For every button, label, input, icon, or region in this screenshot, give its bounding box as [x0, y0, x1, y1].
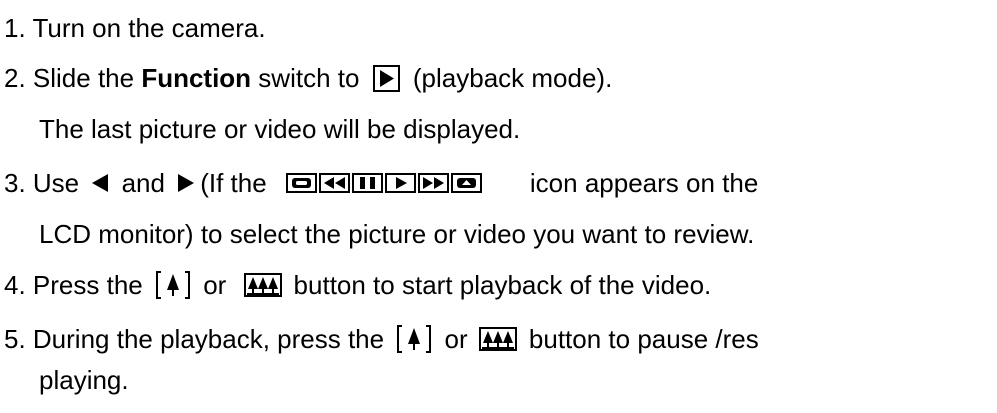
step-2: 2. Slide the Function switch to (playbac… [4, 61, 612, 95]
play-box-icon [372, 64, 400, 92]
step-3: 3. Use and (If the icon appears on the [4, 166, 758, 200]
bracketed-tree-button-icon [155, 271, 190, 299]
step-5-cont-text: playing. [39, 365, 129, 395]
step-3-b: and [114, 168, 173, 198]
step-3-cont: LCD monitor) to select the picture or vi… [39, 217, 754, 251]
step-4-c: button to start playback of the video. [293, 270, 712, 300]
step-3-a: 3. Use [4, 168, 87, 198]
step-3-cont-text: LCD monitor) to select the picture or vi… [39, 219, 755, 249]
step-4-a: 4. Press the [4, 270, 150, 300]
step-3-d: icon appears on the [529, 168, 759, 198]
step-1-text: 1. Turn on the camera. [4, 13, 266, 43]
step-3-c: (If the [200, 168, 274, 198]
step-4-b: or [195, 270, 234, 300]
three-trees-button-icon [243, 273, 282, 297]
step-2-suffix: (playback mode). [405, 63, 613, 93]
step-5-b: or [437, 324, 475, 354]
step-2-note: The last picture or video will be displa… [39, 112, 520, 146]
step-2-prefix: 2. Slide the [4, 63, 142, 93]
bracketed-tree-button-icon [397, 325, 432, 353]
step-4: 4. Press the or button to start playback… [4, 268, 711, 302]
step-1: 1. Turn on the camera. [4, 11, 266, 45]
left-triangle-icon [92, 174, 109, 192]
step-5: 5. During the playback, press the or but… [4, 322, 759, 356]
step-5-c: button to pause /res [528, 324, 759, 354]
right-triangle-icon [178, 174, 195, 192]
step-2-note-text: The last picture or video will be displa… [39, 114, 521, 144]
step-2-mid: switch to [251, 63, 367, 93]
three-trees-button-icon [478, 327, 517, 351]
step-5-a: 5. During the playback, press the [4, 324, 392, 354]
function-switch-label: Function [141, 63, 252, 93]
manual-instructions: 1. Turn on the camera. 2. Slide the Func… [0, 0, 997, 413]
playback-controls-strip-icon [285, 173, 482, 193]
step-5-cont: playing. [39, 363, 129, 397]
